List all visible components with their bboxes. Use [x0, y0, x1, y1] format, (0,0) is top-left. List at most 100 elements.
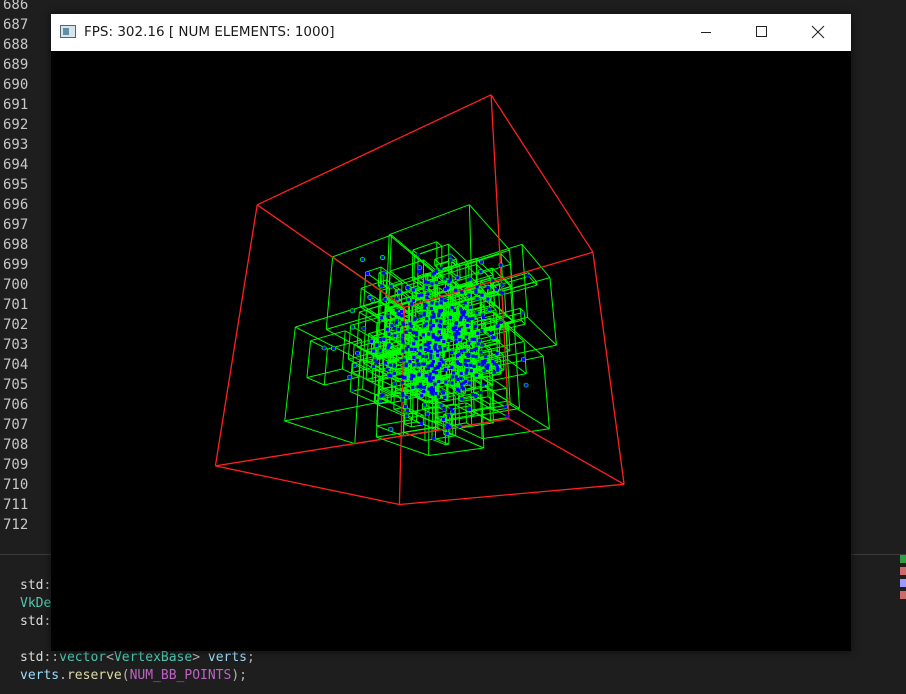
point-element	[450, 381, 454, 385]
point-element	[456, 276, 460, 280]
point-element	[481, 363, 485, 367]
code-line[interactable]: VkDe	[20, 595, 51, 613]
minimap-strip[interactable]	[900, 555, 906, 615]
point-element	[400, 398, 405, 402]
line-number: 694	[3, 157, 29, 173]
point-element	[480, 343, 484, 347]
point-element	[505, 414, 509, 418]
point-element	[422, 311, 426, 315]
point-element	[414, 331, 419, 335]
code-token: VertexBase	[113, 650, 193, 665]
point-element	[425, 317, 429, 321]
point-element	[400, 381, 404, 385]
point-element	[401, 349, 405, 353]
point-element	[486, 286, 490, 290]
point-element	[419, 314, 423, 318]
point-element	[454, 375, 458, 379]
point-element	[420, 394, 424, 398]
code-token: verts	[20, 668, 60, 683]
code-token: std	[20, 614, 44, 629]
point-element	[393, 334, 397, 338]
point-element	[419, 346, 423, 350]
point-element	[424, 355, 428, 359]
point-element	[351, 388, 355, 392]
point-element	[467, 341, 471, 345]
point-element	[524, 383, 528, 387]
point-element	[458, 338, 462, 342]
octree-scene	[214, 94, 625, 506]
point-element	[433, 366, 437, 371]
point-element	[460, 385, 464, 390]
point-element	[459, 349, 464, 353]
point-element	[389, 284, 393, 288]
point-element	[386, 314, 390, 318]
point-element	[432, 369, 436, 374]
point-element	[460, 382, 464, 386]
point-element	[426, 281, 430, 285]
code-token: verts	[207, 650, 248, 665]
code-token: vector	[59, 650, 107, 665]
point-element	[490, 278, 494, 282]
point-element	[457, 327, 462, 331]
point-element	[380, 255, 385, 260]
point-element	[431, 360, 435, 364]
point-element	[416, 363, 420, 367]
point-element	[442, 324, 447, 329]
point-element	[379, 316, 384, 320]
point-element	[457, 352, 461, 356]
point-element	[399, 359, 403, 363]
point-element	[421, 333, 425, 337]
code-line[interactable]: verts.reserve(NUM_BB_POINTS);	[20, 667, 247, 685]
render-viewport[interactable]	[51, 51, 851, 651]
point-element	[442, 408, 446, 412]
point-element	[378, 338, 382, 342]
point-element	[463, 348, 467, 352]
point-element	[436, 395, 440, 399]
point-element	[393, 326, 397, 330]
point-element	[412, 318, 417, 322]
point-element	[443, 395, 447, 399]
point-element	[492, 370, 496, 374]
point-element	[474, 394, 478, 398]
point-element	[474, 288, 478, 293]
point-element	[372, 349, 376, 353]
point-element	[430, 392, 434, 396]
minimize-button[interactable]	[683, 14, 729, 51]
point-element	[405, 395, 409, 399]
point-element	[495, 352, 499, 356]
line-number: 702	[3, 317, 29, 333]
point-element	[477, 338, 482, 343]
point-element	[481, 383, 485, 387]
point-element	[422, 403, 427, 407]
point-element	[322, 346, 326, 350]
point-element	[439, 308, 444, 313]
point-element	[450, 350, 454, 354]
window-titlebar[interactable]: FPS: 302.16 [ NUM ELEMENTS: 1000]	[51, 14, 851, 51]
point-element	[452, 332, 457, 336]
point-element	[466, 328, 471, 332]
close-button[interactable]	[795, 14, 841, 51]
point-element	[438, 325, 443, 329]
point-element	[449, 407, 453, 411]
point-element	[465, 363, 469, 367]
maximize-button[interactable]	[739, 14, 785, 51]
point-element	[438, 348, 443, 352]
point-element	[464, 335, 468, 339]
point-element	[440, 390, 444, 394]
point-element	[371, 364, 376, 369]
point-element	[403, 375, 407, 379]
point-element	[412, 342, 416, 346]
render-window[interactable]: FPS: 302.16 [ NUM ELEMENTS: 1000]	[51, 14, 851, 651]
minimap-mark	[900, 591, 906, 599]
point-element	[412, 355, 416, 359]
point-element	[435, 319, 439, 323]
line-number: 705	[3, 377, 29, 393]
point-element	[410, 373, 414, 377]
point-element	[500, 283, 504, 287]
point-element	[417, 294, 421, 298]
point-element	[413, 347, 417, 351]
code-line[interactable]: std:	[20, 613, 51, 631]
point-element	[365, 271, 369, 276]
point-element	[468, 407, 472, 411]
code-line[interactable]: std::vector<VertexBase> verts;	[20, 649, 255, 667]
